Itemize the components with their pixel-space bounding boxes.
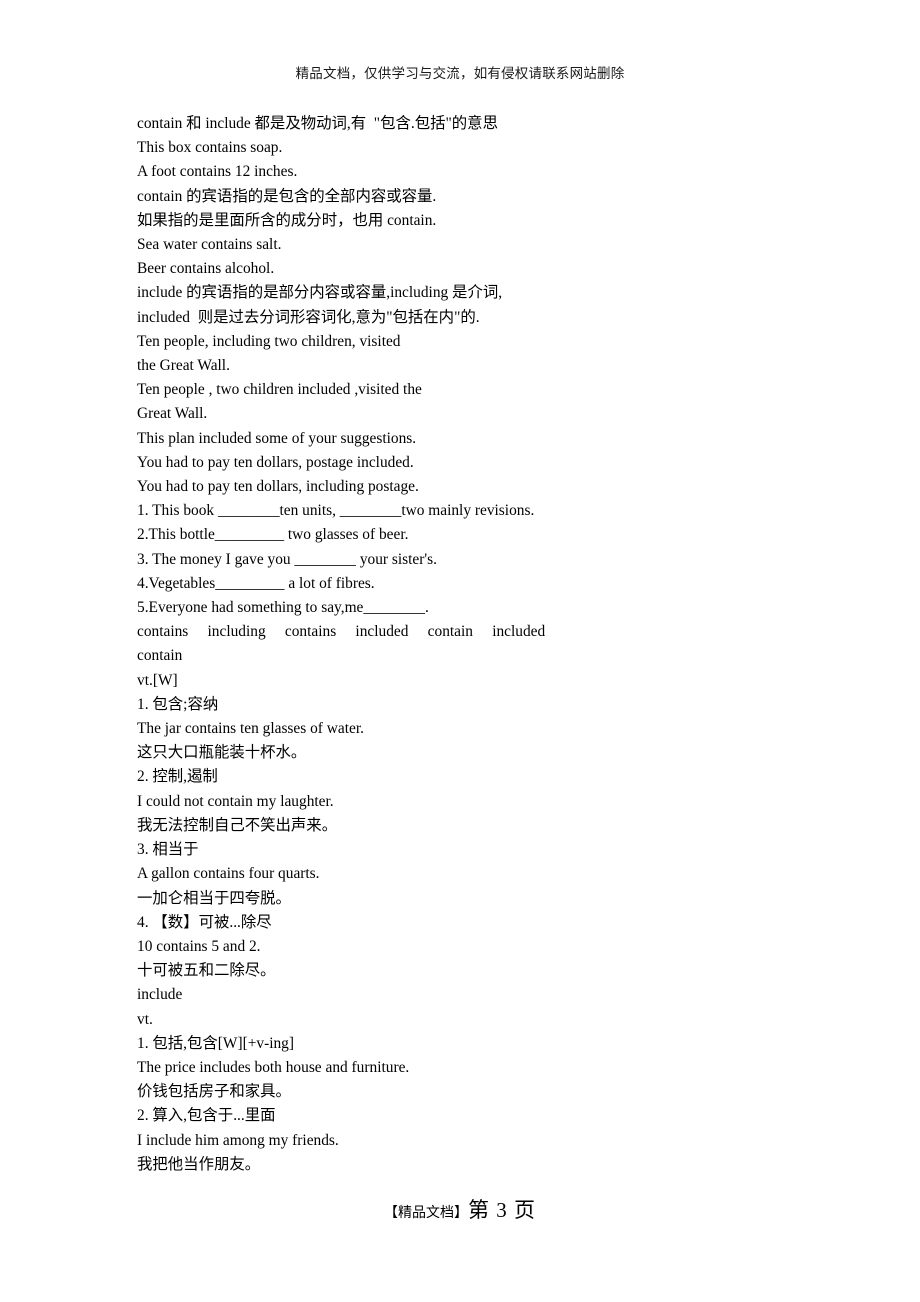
document-line: vt. (137, 1010, 153, 1028)
header-notice: 精品文档，仅供学习与交流，如有侵权请联系网站删除 (295, 66, 625, 81)
document-line: Beer contains alcohol. (137, 260, 275, 278)
document-line: Ten people, including two children, visi… (137, 332, 401, 350)
document-page: 精品文档，仅供学习与交流，如有侵权请联系网站删除 contain 和 inclu… (0, 0, 920, 1302)
document-line: 2. 算入,包含于...里面 (137, 1107, 276, 1125)
document-line: contains including contains included con… (137, 623, 546, 641)
document-line: A foot contains 12 inches. (137, 163, 298, 181)
document-line: 一加仑相当于四夸脱。 (137, 889, 291, 907)
document-line: 2. 控制,遏制 (137, 768, 218, 786)
document-line: 1. This book ________ten units, ________… (137, 502, 535, 520)
document-line: 5.Everyone had something to say,me______… (137, 599, 429, 617)
document-line: The price includes both house and furnit… (137, 1058, 410, 1076)
document-line: 我无法控制自己不笑出声来。 (137, 816, 338, 834)
document-line: vt.[W] (137, 671, 178, 689)
document-line: the Great Wall. (137, 357, 230, 375)
document-line: 十可被五和二除尽。 (137, 962, 276, 980)
document-line: 2.This bottle_________ two glasses of be… (137, 526, 409, 544)
document-line: Great Wall. (137, 405, 208, 423)
document-line: 10 contains 5 and 2. (137, 937, 261, 955)
document-line: 4. 【数】可被...除尽 (137, 913, 272, 931)
document-line: You had to pay ten dollars, postage incl… (137, 453, 414, 471)
document-line: include (137, 986, 183, 1004)
document-line: Ten people , two children included ,visi… (137, 381, 422, 399)
document-line: I include him among my friends. (137, 1131, 339, 1149)
document-line: 价钱包括房子和家具。 (137, 1083, 291, 1101)
footer-page-number: 第 3 页 (468, 1198, 536, 1222)
document-body: contain 和 include 都是及物动词,有 "包含.包括"的意思 Thi… (137, 112, 837, 1177)
document-line: 如果指的是里面所含的成分时，也用 contain. (137, 211, 437, 229)
document-line: This plan included some of your suggesti… (137, 429, 417, 447)
document-line: contain 和 include 都是及物动词,有 "包含.包括"的意思 (137, 115, 498, 132)
document-line: contain (137, 647, 183, 665)
document-line: 1. 包括,包含[W][+v-ing] (137, 1034, 294, 1052)
document-line: Sea water contains salt. (137, 236, 282, 254)
document-line: 这只大口瓶能装十杯水。 (137, 744, 307, 762)
document-line: I could not contain my laughter. (137, 792, 334, 810)
footer-brand: 【精品文档】 (384, 1206, 468, 1221)
page-footer: 【精品文档】第 3 页 (0, 1194, 920, 1224)
document-line: 3. The money I gave you ________ your si… (137, 550, 437, 568)
document-line: This box contains soap. (137, 139, 283, 157)
document-line: You had to pay ten dollars, including po… (137, 478, 419, 496)
document-line: 4.Vegetables_________ a lot of fibres. (137, 574, 375, 592)
document-line: 3. 相当于 (137, 841, 199, 859)
document-line: included 则是过去分词形容词化,意为"包括在内"的. (137, 308, 480, 326)
document-line: 我把他当作朋友。 (137, 1155, 261, 1173)
document-line: include 的宾语指的是部分内容或容量,including 是介词, (137, 284, 503, 302)
document-line: A gallon contains four quarts. (137, 865, 320, 883)
document-line: 1. 包含;容纳 (137, 695, 219, 713)
document-line: The jar contains ten glasses of water. (137, 720, 364, 738)
document-line: contain 的宾语指的是包含的全部内容或容量. (137, 187, 437, 205)
